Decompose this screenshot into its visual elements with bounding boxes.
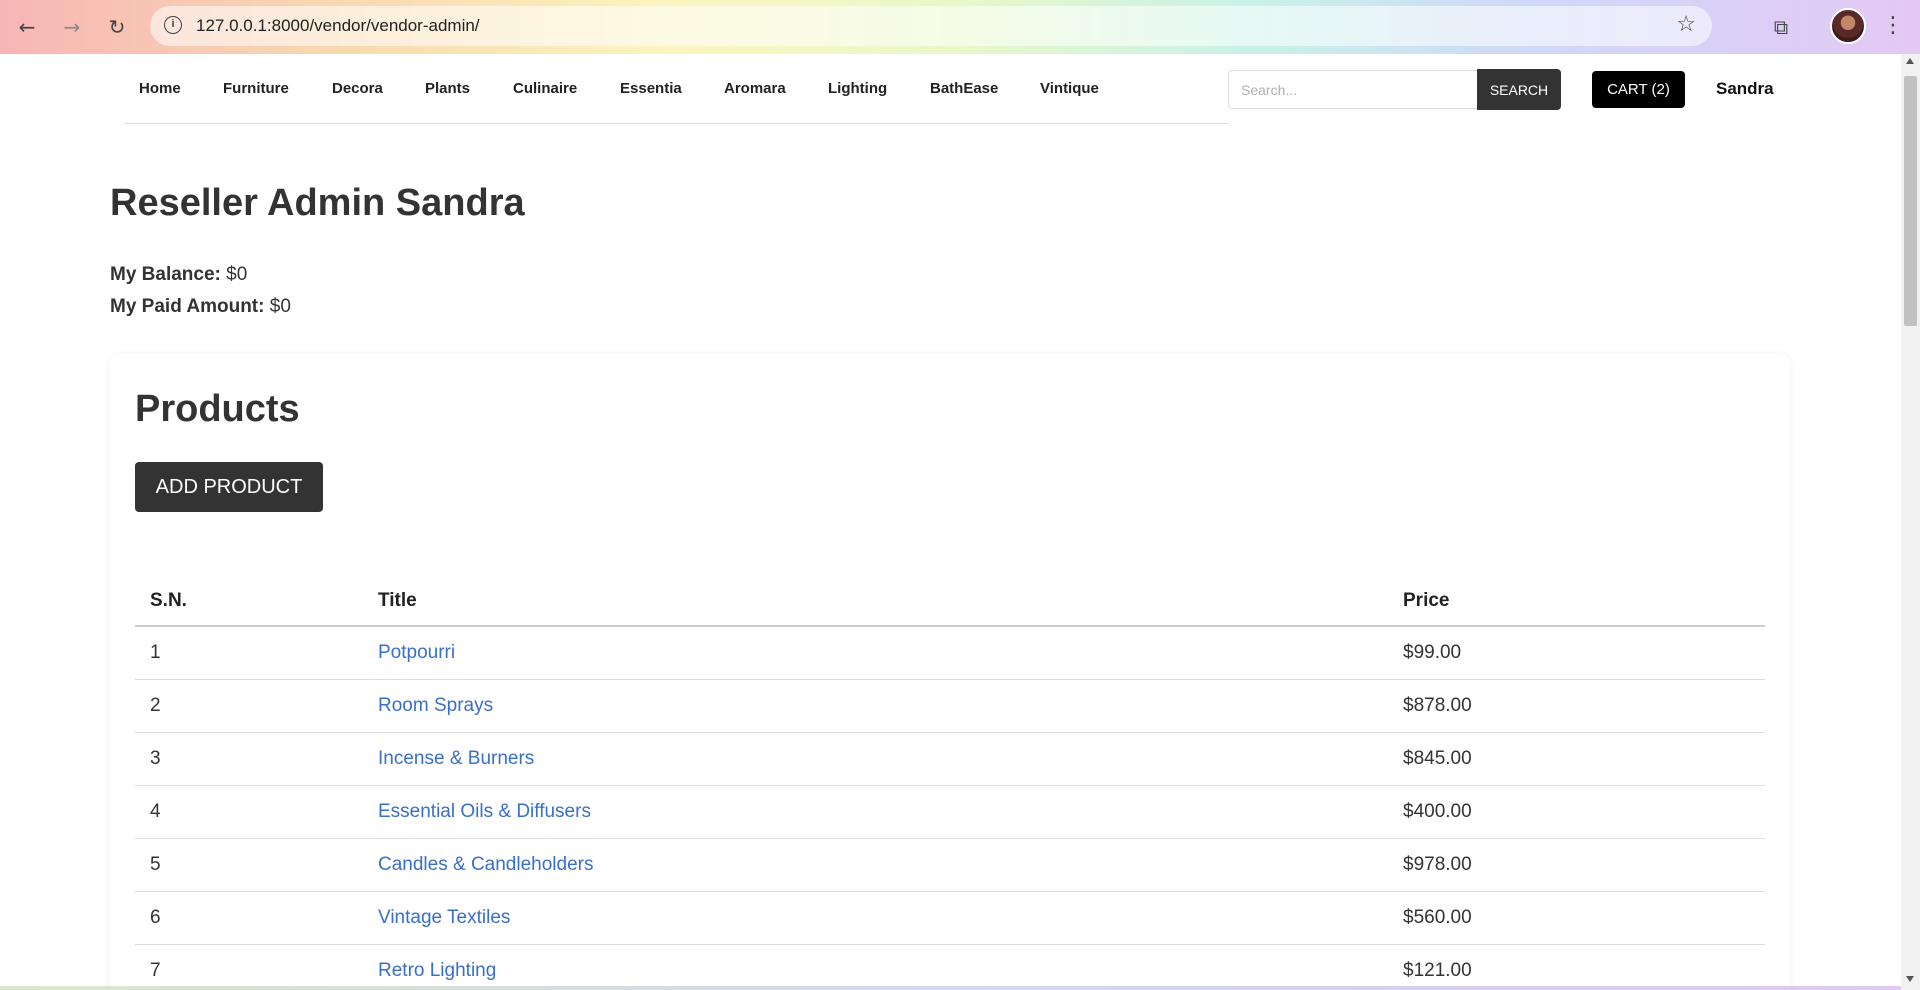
nav-item-furniture[interactable]: Furniture [223,80,289,97]
paid-amount-stat: My Paid Amount: $0 [110,296,291,318]
products-title: Products [135,388,300,430]
table-header-row: S.N. Title Price [135,576,1765,627]
row-title-cell: Incense & Burners [363,732,1388,786]
nav-item-decora[interactable]: Decora [332,80,383,97]
balance-label: My Balance: [110,264,221,285]
product-link[interactable]: Potpourri [378,642,455,663]
product-link[interactable]: Retro Lighting [378,960,496,981]
balance-value: $0 [226,264,248,285]
balance-stat: My Balance: $0 [110,264,247,286]
search-input[interactable] [1228,70,1478,109]
nav-item-lighting[interactable]: Lighting [828,80,887,97]
row-sn: 2 [135,679,363,733]
nav-item-home[interactable]: Home [139,80,181,97]
row-price: $845.00 [1388,732,1765,786]
site-nav: Home Furniture Decora Plants Culinaire E… [125,54,1229,124]
table-row: 7 Retro Lighting $121.00 [135,944,1765,990]
paid-amount-value: $0 [269,296,291,317]
product-link[interactable]: Candles & Candleholders [378,854,593,875]
products-card: Products ADD PRODUCT S.N. Title Price 1 … [110,354,1790,990]
row-title-cell: Candles & Candleholders [363,838,1388,892]
extensions-icon[interactable]: ⧉ [1766,12,1796,42]
column-header-price: Price [1388,576,1765,627]
table-row: 5 Candles & Candleholders $978.00 [135,838,1765,892]
profile-avatar[interactable] [1830,8,1866,44]
row-sn: 4 [135,785,363,839]
nav-item-aromara[interactable]: Aromara [724,80,786,97]
row-sn: 1 [135,626,363,680]
nav-item-plants[interactable]: Plants [425,80,470,97]
bookmark-star-icon[interactable]: ☆ [1676,12,1696,37]
product-link[interactable]: Vintage Textiles [378,907,510,928]
reload-icon[interactable]: ↻ [102,12,132,42]
scrollbar-thumb[interactable] [1904,76,1917,326]
product-link[interactable]: Essential Oils & Diffusers [378,801,591,822]
row-sn: 6 [135,891,363,945]
table-row: 6 Vintage Textiles $560.00 [135,891,1765,945]
browser-toolbar: ← → ↻ i 127.0.0.1:8000/vendor/vendor-adm… [0,0,1920,54]
cart-button[interactable]: CART (2) [1592,71,1685,108]
row-price: $560.00 [1388,891,1765,945]
table-row: 4 Essential Oils & Diffusers $400.00 [135,785,1765,839]
row-price: $878.00 [1388,679,1765,733]
nav-item-culinaire[interactable]: Culinaire [513,80,577,97]
row-sn: 3 [135,732,363,786]
user-menu[interactable]: Sandra [1716,79,1774,99]
product-link[interactable]: Room Sprays [378,695,493,716]
table-row: 1 Potpourri $99.00 [135,626,1765,680]
scroll-up-icon[interactable] [1906,58,1914,64]
row-sn: 7 [135,944,363,990]
table-row: 3 Incense & Burners $845.00 [135,732,1765,786]
scroll-down-icon[interactable] [1906,976,1914,982]
forward-arrow-icon[interactable]: → [57,12,87,42]
column-header-title: Title [363,576,1388,627]
row-title-cell: Retro Lighting [363,944,1388,990]
row-price: $978.00 [1388,838,1765,892]
row-title-cell: Vintage Textiles [363,891,1388,945]
page-title: Reseller Admin Sandra [110,182,525,224]
nav-item-vintique[interactable]: Vintique [1040,80,1099,97]
back-arrow-icon[interactable]: ← [12,12,42,42]
page-scrollbar[interactable] [1901,54,1920,990]
address-bar[interactable]: i 127.0.0.1:8000/vendor/vendor-admin/ ☆ [150,6,1712,46]
row-price: $400.00 [1388,785,1765,839]
add-product-button[interactable]: ADD PRODUCT [135,462,323,512]
search-button[interactable]: SEARCH [1477,69,1561,110]
row-sn: 5 [135,838,363,892]
browser-menu-icon[interactable]: ⋮ [1882,12,1904,42]
column-header-sn: S.N. [135,576,363,627]
row-title-cell: Room Sprays [363,679,1388,733]
row-price: $121.00 [1388,944,1765,990]
site-info-icon[interactable]: i [164,16,182,34]
row-price: $99.00 [1388,626,1765,680]
row-title-cell: Potpourri [363,626,1388,680]
row-title-cell: Essential Oils & Diffusers [363,785,1388,839]
bottom-edge [0,986,1901,990]
product-link[interactable]: Incense & Burners [378,748,534,769]
table-row: 2 Room Sprays $878.00 [135,679,1765,733]
products-table: S.N. Title Price 1 Potpourri $99.00 2 Ro… [135,576,1765,990]
nav-item-essentia[interactable]: Essentia [620,80,682,97]
paid-amount-label: My Paid Amount: [110,296,265,317]
nav-item-bathease[interactable]: BathEase [930,80,998,97]
url-text[interactable]: 127.0.0.1:8000/vendor/vendor-admin/ [196,16,480,36]
